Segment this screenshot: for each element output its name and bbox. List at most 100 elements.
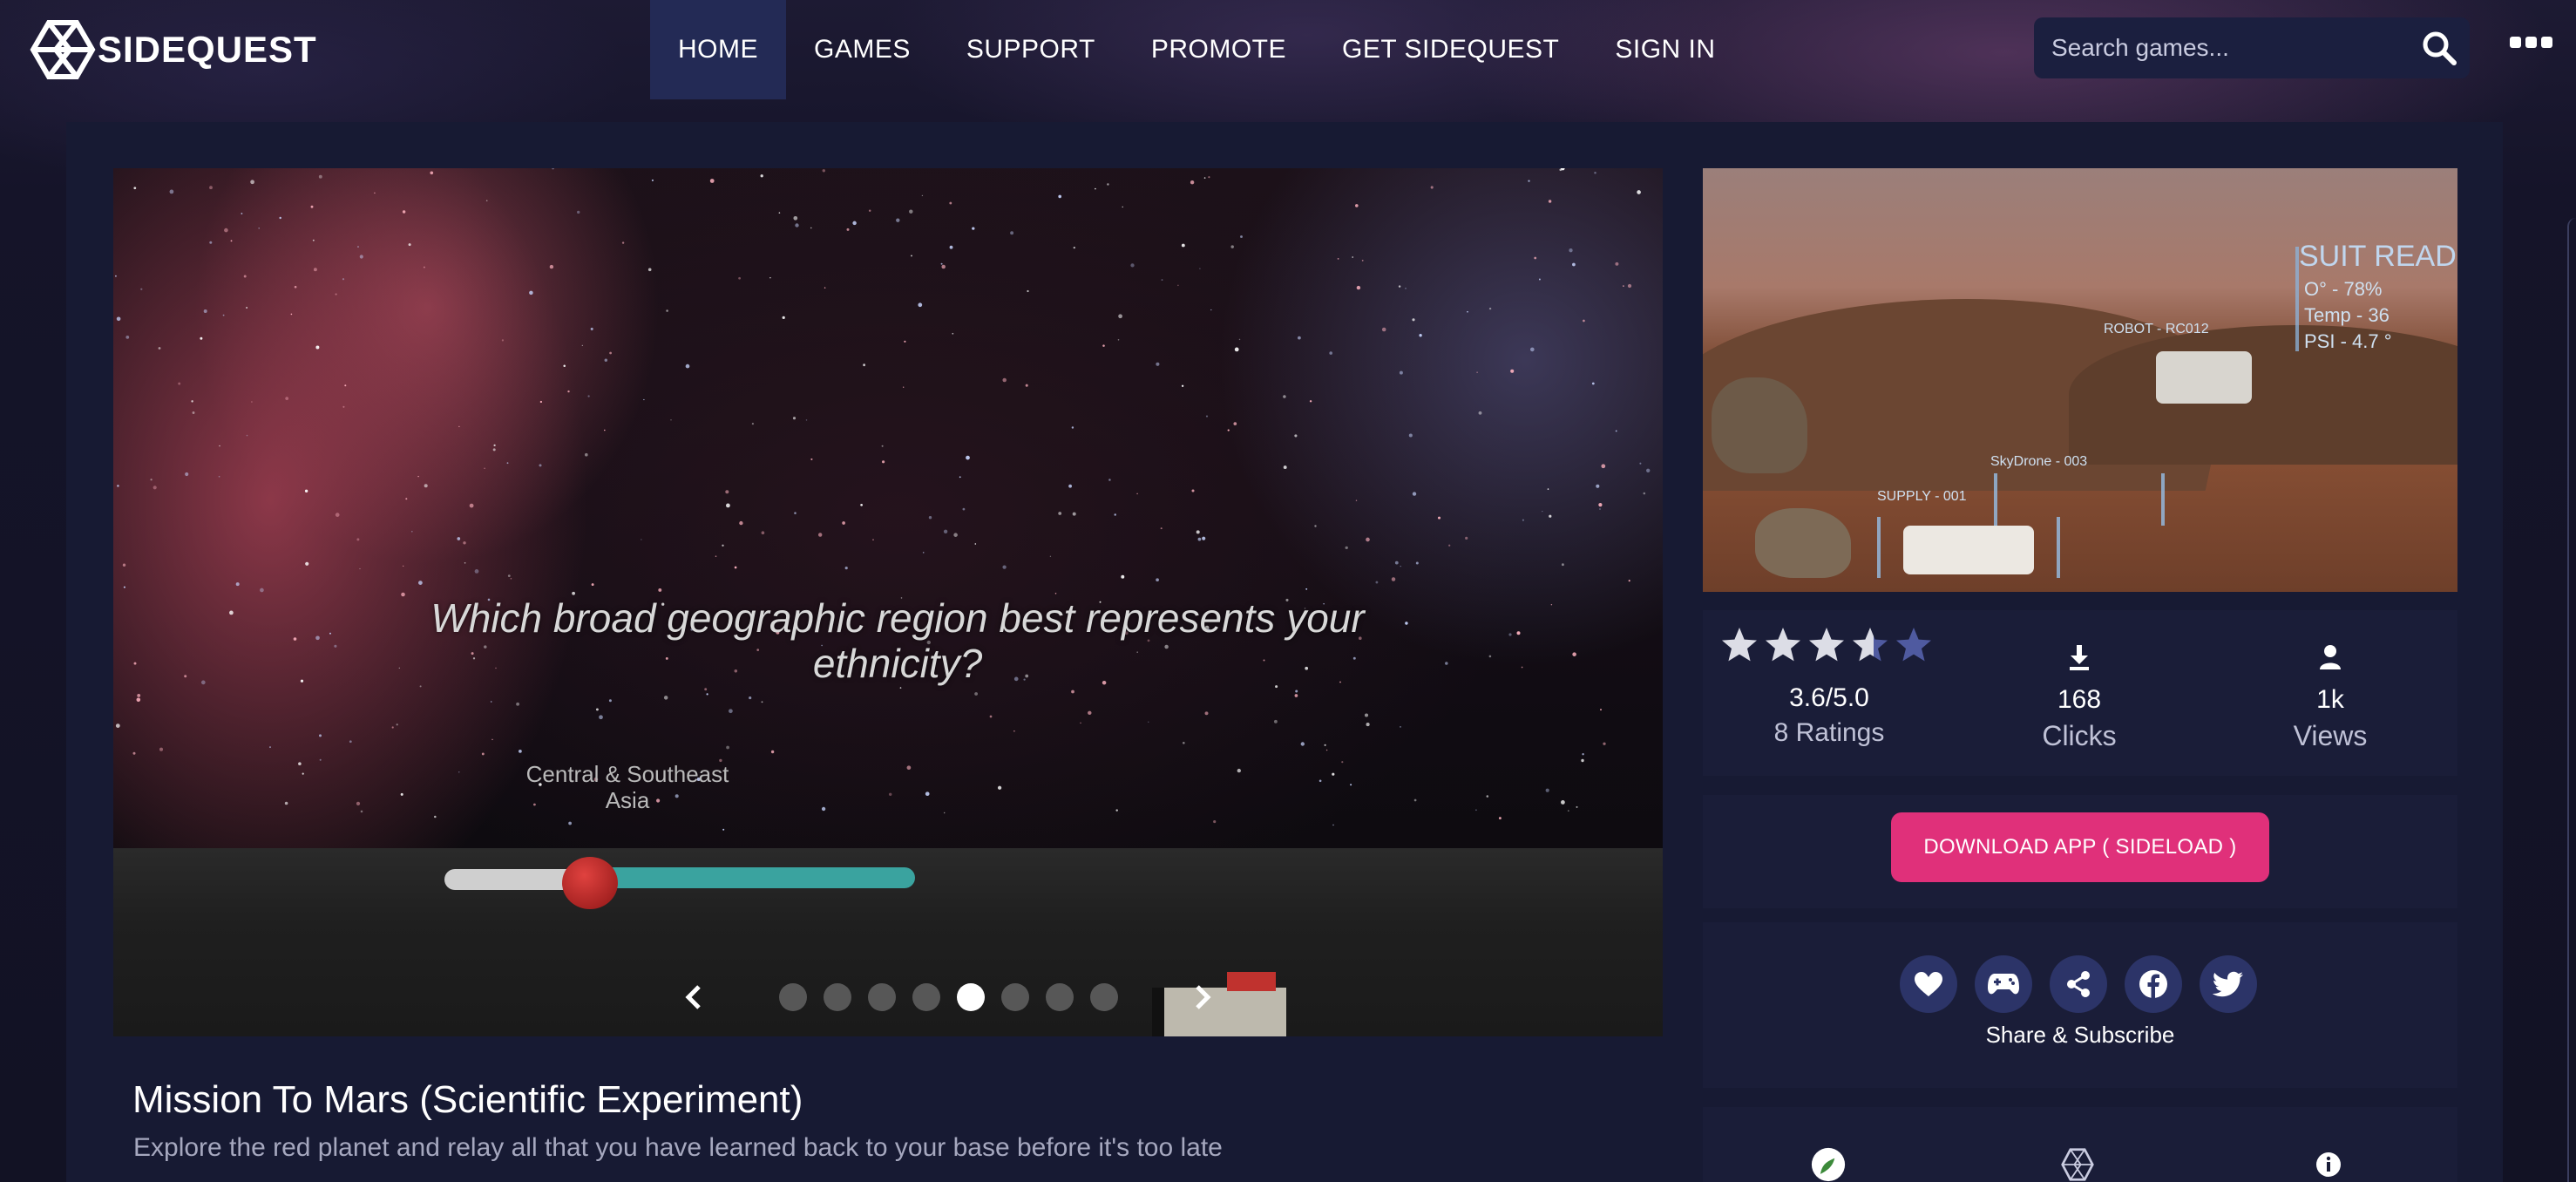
star-dot bbox=[402, 210, 406, 214]
stats-card: 3.6/5.0 8 Ratings 168 Clicks 1k Views bbox=[1703, 610, 2457, 776]
star-dot bbox=[1010, 231, 1014, 235]
nav-promote[interactable]: PROMOTE bbox=[1123, 0, 1314, 99]
star-dot bbox=[285, 397, 289, 400]
star-dot bbox=[706, 693, 708, 696]
star-dot bbox=[725, 490, 729, 494]
page-scrollbar-edge[interactable] bbox=[2567, 218, 2576, 1182]
star-dot bbox=[651, 179, 654, 181]
star-dot bbox=[1510, 369, 1515, 373]
star-dot bbox=[1615, 430, 1617, 432]
star-dot bbox=[1294, 694, 1298, 697]
carousel-dot[interactable] bbox=[867, 983, 896, 1011]
star-dot bbox=[1639, 462, 1642, 465]
star-dot bbox=[1298, 336, 1301, 340]
star-dot bbox=[1569, 248, 1573, 253]
star-dot bbox=[250, 180, 254, 185]
nav-games[interactable]: GAMES bbox=[786, 0, 939, 99]
star-dot bbox=[729, 709, 733, 714]
nav-home[interactable]: HOME bbox=[650, 0, 786, 99]
star-dot bbox=[1623, 285, 1624, 287]
star-dot bbox=[1391, 577, 1396, 581]
info-button[interactable] bbox=[2311, 1147, 2346, 1182]
clicks-label: Clicks bbox=[2042, 720, 2117, 751]
star-dot bbox=[670, 419, 672, 421]
star-icon[interactable] bbox=[1807, 626, 1846, 664]
red-button bbox=[1227, 972, 1276, 991]
screenshot-carousel[interactable]: Which broad geographic region best repre… bbox=[113, 168, 1663, 1036]
search-input[interactable] bbox=[2034, 17, 2409, 78]
star-icon[interactable] bbox=[1720, 626, 1759, 664]
nav-get-sidequest[interactable]: GET SIDEQUEST bbox=[1314, 0, 1587, 99]
star-dot bbox=[334, 644, 337, 648]
carousel-prev-button[interactable] bbox=[678, 980, 709, 1015]
carousel-dot[interactable] bbox=[823, 983, 851, 1011]
star-dot bbox=[424, 484, 428, 488]
star-dot bbox=[1567, 810, 1569, 812]
carousel-dot[interactable] bbox=[1089, 983, 1118, 1011]
star-dot bbox=[904, 340, 906, 343]
star-dot bbox=[1283, 395, 1286, 398]
star-dot bbox=[169, 189, 174, 194]
star-dot bbox=[972, 227, 975, 230]
search-button[interactable] bbox=[2409, 17, 2470, 78]
star-dot bbox=[1521, 666, 1523, 669]
star-dot bbox=[1319, 779, 1322, 783]
star-dot bbox=[209, 241, 213, 244]
game-library-button[interactable] bbox=[1975, 955, 2032, 1013]
carousel-next-button[interactable] bbox=[1187, 980, 1218, 1015]
carousel-dot[interactable] bbox=[1045, 983, 1074, 1011]
sidequest-badge[interactable] bbox=[2060, 1147, 2095, 1182]
star-icon[interactable] bbox=[1764, 626, 1802, 664]
twitter-button[interactable] bbox=[2200, 955, 2257, 1013]
star-dot bbox=[485, 200, 488, 202]
star-dot bbox=[1572, 652, 1576, 656]
star-dot bbox=[230, 240, 233, 242]
star-dot bbox=[315, 345, 320, 350]
supply-tag: SUPPLY - 001 bbox=[1877, 489, 1967, 504]
star-dot bbox=[1467, 310, 1468, 313]
sidequest-logo[interactable]: SIDEQUEST bbox=[30, 19, 317, 80]
star-dot bbox=[882, 460, 885, 464]
star-dot bbox=[1398, 285, 1401, 288]
star-dot bbox=[587, 395, 590, 397]
star-dot bbox=[305, 561, 309, 566]
star-dot bbox=[949, 245, 953, 249]
carousel-dot[interactable] bbox=[912, 983, 940, 1011]
carousel-dot[interactable] bbox=[1000, 983, 1029, 1011]
vr-answer-slider bbox=[444, 857, 915, 909]
more-menu-button[interactable] bbox=[2506, 26, 2555, 58]
carousel-dot[interactable] bbox=[778, 983, 807, 1011]
star-dot bbox=[761, 531, 765, 535]
star-dot bbox=[1240, 235, 1243, 238]
survey-question: Which broad geographic region best repre… bbox=[430, 595, 1365, 686]
star-dot bbox=[1210, 309, 1212, 311]
star-dot bbox=[1305, 588, 1308, 590]
download-app-button[interactable]: DOWNLOAD APP ( SIDELOAD ) bbox=[1891, 812, 2269, 882]
clicks-value: 168 bbox=[2057, 685, 2102, 714]
star-dot bbox=[1627, 283, 1632, 289]
star-dot bbox=[1598, 503, 1603, 507]
star-dot bbox=[966, 455, 970, 460]
star-dot bbox=[133, 662, 137, 665]
star-dot bbox=[997, 785, 1002, 790]
star-dot bbox=[1538, 278, 1541, 281]
star-dot bbox=[1413, 798, 1417, 802]
developer-avatar[interactable] bbox=[1811, 1147, 1846, 1182]
star-icon[interactable] bbox=[1851, 626, 1889, 664]
star-dot bbox=[1054, 593, 1057, 594]
download-icon bbox=[2070, 645, 2089, 670]
star-dot bbox=[158, 347, 161, 350]
facebook-button[interactable] bbox=[2125, 955, 2182, 1013]
star-dot bbox=[1488, 655, 1492, 658]
star-dot bbox=[1329, 351, 1332, 355]
star-dot bbox=[312, 239, 315, 241]
star-dot bbox=[734, 566, 737, 569]
carousel-dot[interactable] bbox=[956, 983, 985, 1011]
nav-sign-in[interactable]: SIGN IN bbox=[1587, 0, 1743, 99]
star-icon[interactable] bbox=[1895, 626, 1933, 664]
nav-support[interactable]: SUPPORT bbox=[939, 0, 1123, 99]
share-button[interactable] bbox=[2050, 955, 2107, 1013]
star-dot bbox=[115, 723, 120, 728]
star-dot bbox=[1161, 279, 1163, 282]
favorite-button[interactable] bbox=[1900, 955, 1957, 1013]
